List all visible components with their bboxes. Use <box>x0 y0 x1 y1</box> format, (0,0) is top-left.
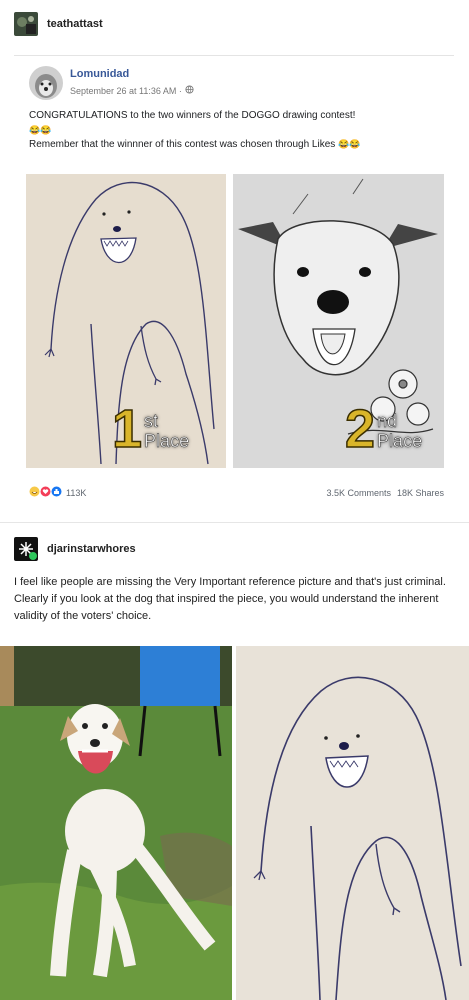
post-divider <box>0 522 469 523</box>
emoji-row-2: 😂😂 <box>338 139 361 149</box>
post-text: CONGRATULATIONS to the two winners of th… <box>29 109 449 152</box>
emoji-row-1: 😂😂 <box>29 125 52 135</box>
second-place-number: 2 <box>344 399 376 459</box>
first-place-label: Place <box>144 431 190 452</box>
drawing-image[interactable]: 1 st Place <box>26 174 226 468</box>
comments-count[interactable]: 3.5K Comments <box>326 488 391 498</box>
post-line-2-text: Remember that the winnner of this contes… <box>29 139 336 150</box>
post-header: teathattast <box>14 12 103 36</box>
sketch-image[interactable]: 2 nd Place <box>233 174 444 468</box>
username[interactable]: teathattast <box>47 18 103 30</box>
first-place-badge: 1 st Place <box>111 399 190 459</box>
second-place-label: Place <box>377 431 423 452</box>
page-avatar <box>29 66 63 100</box>
reply-text: I feel like people are missing the Very … <box>14 576 446 622</box>
shares-count[interactable]: 18K Shares <box>397 488 444 498</box>
reactions[interactable]: 113K <box>29 486 86 499</box>
dog-drawing-closeup-illustration <box>236 646 469 1000</box>
reactions-count: 113K <box>66 487 87 498</box>
post-date: September 26 at 11:36 AM · <box>70 85 194 96</box>
like-reaction-icon <box>51 486 62 499</box>
reference-dog-photo[interactable] <box>0 646 232 1000</box>
post-date-text: September 26 at 11:36 AM · <box>70 85 182 96</box>
post-line-2: Remember that the winnner of this contes… <box>29 137 449 152</box>
reply-username[interactable]: djarinstarwhores <box>47 543 136 555</box>
haha-reaction-icon <box>29 486 40 499</box>
first-place-suffix: st <box>144 411 159 432</box>
page-name[interactable]: Lomunidad <box>70 68 129 80</box>
drawing-closeup[interactable] <box>236 646 469 1000</box>
engagement-stats: 3.5K Comments 18K Shares <box>326 488 444 498</box>
first-place-number: 1 <box>111 399 143 459</box>
second-place-badge: 2 nd Place <box>344 399 423 459</box>
dog-photo-illustration <box>0 646 232 1000</box>
facebook-post-screenshot: Lomunidad September 26 at 11:36 AM · CON… <box>14 55 454 518</box>
post-line-1: CONGRATULATIONS to the two winners of th… <box>29 110 356 121</box>
love-reaction-icon <box>40 486 51 499</box>
reply-avatar[interactable] <box>14 537 38 561</box>
second-place-suffix: nd <box>377 411 398 432</box>
avatar[interactable] <box>14 12 38 36</box>
reply-header: djarinstarwhores <box>14 537 136 561</box>
globe-icon <box>185 85 194 96</box>
